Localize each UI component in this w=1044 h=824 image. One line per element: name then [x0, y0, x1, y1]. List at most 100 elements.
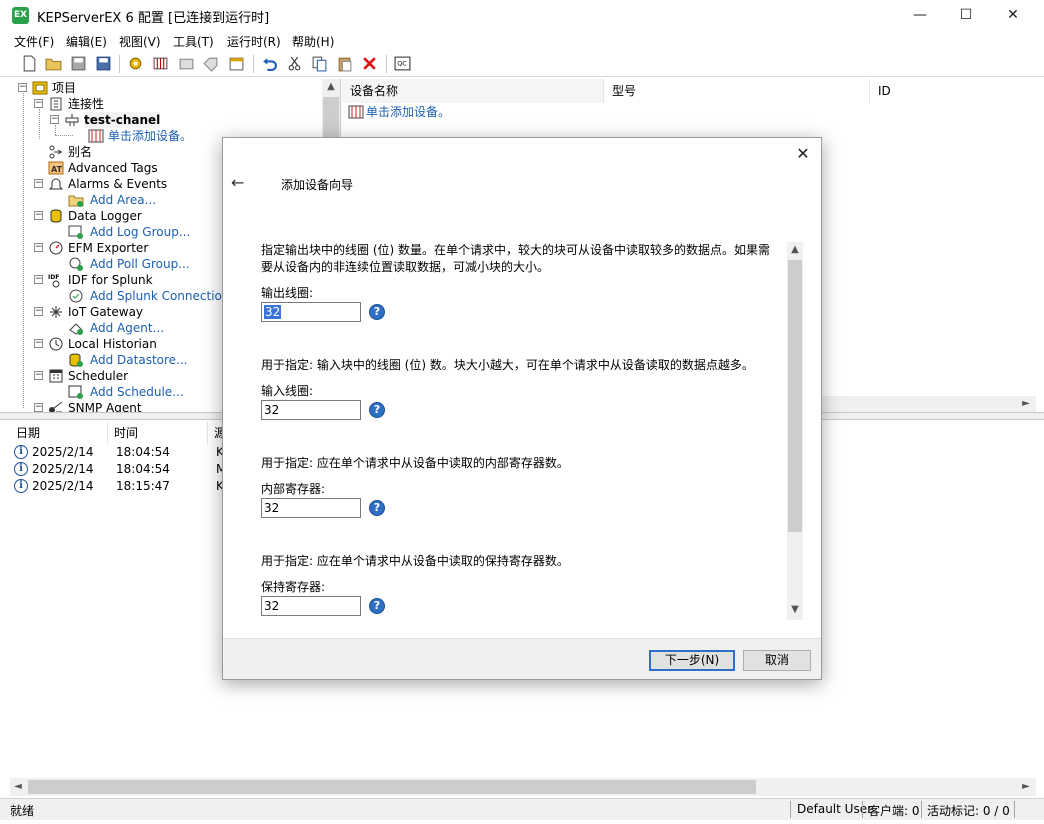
collapse-icon[interactable]: −	[34, 275, 43, 284]
collapse-icon[interactable]: −	[34, 243, 43, 252]
collapse-icon[interactable]: −	[34, 371, 43, 380]
scroll-up-icon[interactable]: ▲	[787, 244, 803, 255]
add-area-link[interactable]: Add Area...	[90, 192, 156, 208]
add-datastore-link[interactable]: Add Datastore...	[90, 352, 188, 368]
undo-icon[interactable]	[261, 55, 278, 72]
collapse-icon[interactable]: −	[34, 403, 43, 412]
menu-bar: 文件(F) 编辑(E) 视图(V) 工具(T) 运行时(R) 帮助(H)	[0, 31, 1044, 51]
column-time[interactable]: 时间	[108, 422, 208, 444]
internal-registers-description: 用于指定: 应在单个请求中从设备中读取的内部寄存器数。	[261, 456, 569, 470]
log-scroll-thumb[interactable]	[28, 780, 756, 794]
iot-gateway-icon	[50, 306, 62, 318]
scroll-right-icon[interactable]: ►	[1018, 398, 1034, 409]
new-tag-icon[interactable]	[202, 55, 219, 72]
new-project-icon[interactable]	[21, 55, 38, 72]
scroll-down-icon[interactable]: ▼	[787, 604, 803, 615]
add-schedule-icon	[68, 385, 83, 399]
add-schedule-link[interactable]: Add Schedule...	[90, 384, 184, 400]
help-icon[interactable]: ?	[369, 598, 385, 614]
properties-icon[interactable]	[228, 55, 245, 72]
output-coils-description: 指定输出块中的线圈 (位) 数量。在单个请求中，较大的块可从设备中读取较多的数据…	[261, 243, 770, 274]
cancel-button[interactable]: 取消	[743, 650, 811, 671]
maximize-button[interactable]: ☐	[943, 0, 989, 31]
add-log-group-icon	[68, 225, 83, 239]
add-agent-link[interactable]: Add Agent...	[90, 320, 164, 336]
status-user: Default User	[797, 802, 873, 816]
holding-registers-label: 保持寄存器:	[261, 580, 326, 594]
menu-tools[interactable]: 工具(T)	[173, 33, 214, 50]
tree-label: EFM Exporter	[68, 241, 149, 255]
collapse-icon[interactable]: −	[50, 115, 59, 124]
title-bar: EX KEPServerEX 6 配置 [已连接到运行时] — ☐ ✕	[0, 0, 1044, 31]
holding-registers-description: 用于指定: 应在单个请求中从设备中读取的保持寄存器数。	[261, 554, 569, 568]
menu-runtime[interactable]: 运行时(R)	[227, 33, 281, 50]
add-device-link[interactable]: 单击添加设备。	[108, 128, 192, 144]
back-arrow-icon[interactable]: ←	[231, 174, 249, 192]
tree-label: Scheduler	[68, 369, 129, 383]
scroll-right-icon[interactable]: ►	[1018, 781, 1034, 792]
alias-icon	[49, 145, 62, 159]
collapse-icon[interactable]: −	[34, 211, 43, 220]
output-coils-input[interactable]: 32	[261, 302, 361, 322]
save-icon[interactable]	[70, 55, 87, 72]
help-icon[interactable]: ?	[369, 304, 385, 320]
quick-client-icon[interactable]: QC	[394, 55, 411, 72]
menu-edit[interactable]: 编辑(E)	[66, 33, 107, 50]
add-splunk-link[interactable]: Add Splunk Connection...	[90, 288, 241, 304]
collapse-icon[interactable]: −	[18, 83, 27, 92]
svg-text:IDF: IDF	[48, 274, 59, 281]
add-splunk-icon	[69, 289, 83, 303]
scroll-left-icon[interactable]: ◄	[10, 781, 26, 792]
svg-text:QC: QC	[397, 60, 407, 68]
column-model[interactable]: 型号	[604, 79, 870, 103]
open-folder-icon[interactable]	[45, 55, 62, 72]
new-tag-group-icon[interactable]	[178, 55, 195, 72]
info-icon: i	[14, 462, 28, 476]
menu-file[interactable]: 文件(F)	[14, 33, 54, 50]
dialog-close-button[interactable]: ✕	[793, 144, 813, 164]
menu-help[interactable]: 帮助(H)	[292, 33, 334, 50]
add-device-link[interactable]: 单击添加设备。	[366, 104, 450, 120]
tree-label: IDF for Splunk	[68, 273, 153, 287]
input-coils-input[interactable]: 32	[261, 400, 361, 420]
collapse-icon[interactable]: −	[34, 339, 43, 348]
holding-registers-input[interactable]: 32	[261, 596, 361, 616]
project-icon	[32, 81, 48, 95]
paste-icon[interactable]	[336, 55, 353, 72]
internal-registers-label: 内部寄存器:	[261, 482, 326, 496]
tree-label: Data Logger	[68, 209, 142, 223]
copy-icon[interactable]	[311, 55, 328, 72]
save-as-icon[interactable]	[95, 55, 112, 72]
dialog-scroll-thumb[interactable]	[788, 260, 802, 532]
tree-label: 项目	[52, 81, 77, 95]
add-log-group-link[interactable]: Add Log Group...	[90, 224, 190, 240]
cut-icon[interactable]	[286, 55, 303, 72]
delete-icon[interactable]	[361, 55, 378, 72]
log-date: 2025/2/14	[32, 479, 94, 493]
new-device-icon[interactable]	[152, 55, 169, 72]
status-bar: 就绪 Default User 客户端: 0 活动标记: 0 / 0	[0, 798, 1044, 820]
scroll-up-icon[interactable]: ▲	[323, 81, 339, 92]
input-coils-label: 输入线圈:	[261, 384, 314, 398]
new-channel-icon[interactable]	[127, 55, 144, 72]
add-poll-group-link[interactable]: Add Poll Group...	[90, 256, 190, 272]
next-button[interactable]: 下一步(N)	[649, 650, 735, 671]
menu-view[interactable]: 视图(V)	[119, 33, 161, 50]
tree-label: test-chanel	[84, 112, 161, 128]
help-icon[interactable]: ?	[369, 500, 385, 516]
tree-label: Local Historian	[68, 337, 157, 351]
help-icon[interactable]: ?	[369, 402, 385, 418]
collapse-icon[interactable]: −	[34, 179, 43, 188]
tree-label: Alarms & Events	[68, 177, 168, 191]
dialog-title: 添加设备向导	[281, 178, 354, 192]
internal-registers-input[interactable]: 32	[261, 498, 361, 518]
column-id[interactable]: ID	[870, 79, 1036, 103]
device-icon	[88, 129, 104, 143]
collapse-icon[interactable]: −	[34, 99, 43, 108]
minimize-button[interactable]: —	[897, 0, 943, 31]
log-date: 2025/2/14	[32, 462, 94, 476]
collapse-icon[interactable]: −	[34, 307, 43, 316]
column-date[interactable]: 日期	[10, 422, 108, 444]
close-window-button[interactable]: ✕	[990, 0, 1036, 31]
column-device-name[interactable]: 设备名称	[342, 79, 604, 103]
